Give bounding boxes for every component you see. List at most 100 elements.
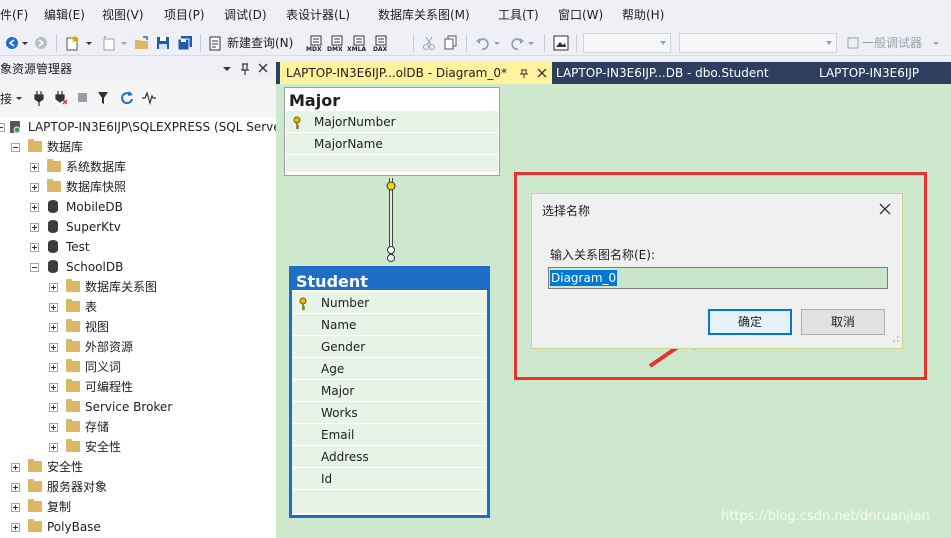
student-table[interactable]: Student Number Name Gender Age Major Wor… <box>289 266 490 518</box>
tree-node-server[interactable]: LAPTOP-IN3E6IJP\SQLEXPRESS (SQL Serve <box>0 117 276 137</box>
undo-icon[interactable] <box>474 33 492 53</box>
debugger-dropdown-icon[interactable] <box>932 33 940 53</box>
expand-icon[interactable] <box>49 363 58 372</box>
tab-diagram[interactable]: LAPTOP-IN3E6IJP...olDB - Diagram_0* <box>280 62 552 84</box>
tree-node-test[interactable]: Test <box>0 237 276 257</box>
table-column-row[interactable]: MajorNumber <box>286 111 498 133</box>
tree-node-storage[interactable]: 存储 <box>0 417 276 437</box>
save-icon[interactable] <box>155 33 171 53</box>
refresh-icon[interactable] <box>119 89 135 108</box>
table-column-row[interactable]: MajorName <box>286 133 498 155</box>
table-column-row[interactable]: Address <box>292 446 487 468</box>
tree-node-external-resources[interactable]: 外部资源 <box>0 337 276 357</box>
expand-icon[interactable] <box>49 343 58 352</box>
table-empty-row[interactable] <box>286 155 498 173</box>
expand-icon[interactable] <box>30 223 39 232</box>
tree-node-tables[interactable]: 表 <box>0 297 276 317</box>
activity-monitor-icon[interactable] <box>141 90 157 109</box>
tree-node-superktv[interactable]: SuperKtv <box>0 217 276 237</box>
tree-node-db-security[interactable]: 安全性 <box>0 437 276 457</box>
disconnect-icon[interactable] <box>54 90 68 109</box>
collapse-icon[interactable] <box>11 143 20 152</box>
cut-icon[interactable] <box>421 33 437 53</box>
expand-icon[interactable] <box>49 283 58 292</box>
tree-node-databases[interactable]: 数据库 <box>0 137 276 157</box>
tree-node-system-databases[interactable]: 系统数据库 <box>0 157 276 177</box>
menu-debug[interactable]: 调试(D) <box>224 0 278 30</box>
redo-icon[interactable] <box>508 33 526 53</box>
menu-project[interactable]: 项目(P) <box>164 0 218 30</box>
expand-icon[interactable] <box>49 323 58 332</box>
expand-icon[interactable] <box>30 203 39 212</box>
tree-node-schooldb[interactable]: SchoolDB <box>0 257 276 277</box>
menu-database-diagram[interactable]: 数据库关系图(M) <box>378 0 488 30</box>
menu-window[interactable]: 窗口(W) <box>558 0 616 30</box>
menu-view[interactable]: 视图(V) <box>102 0 158 30</box>
tab-other[interactable]: LAPTOP-IN3E6IJP <box>814 62 951 84</box>
table-column-row[interactable]: Age <box>292 358 487 380</box>
table-column-row[interactable]: Name <box>292 314 487 336</box>
new-query-icon[interactable] <box>207 33 223 53</box>
expand-icon[interactable] <box>11 523 20 532</box>
menu-file[interactable]: 件(F) <box>0 0 38 30</box>
tree-node-security[interactable]: 安全性 <box>0 457 276 477</box>
resize-grip-icon[interactable] <box>892 332 900 346</box>
table-column-row[interactable]: Number <box>292 292 487 314</box>
general-debugger-label[interactable]: 一般调试器 <box>862 33 922 53</box>
open-icon[interactable] <box>133 33 151 53</box>
new-project-icon[interactable] <box>64 33 82 53</box>
major-table[interactable]: Major MajorNumber MajorName <box>284 87 500 176</box>
table-column-row[interactable]: Gender <box>292 336 487 358</box>
stop-icon[interactable] <box>77 91 89 108</box>
tree-node-service-broker[interactable]: Service Broker <box>0 397 276 417</box>
solution-platform-combo[interactable] <box>679 33 837 53</box>
tree-node-server-objects[interactable]: 服务器对象 <box>0 477 276 497</box>
new-project-dropdown-icon[interactable] <box>85 33 93 53</box>
new-query-button[interactable]: 新建查询(N) <box>227 33 293 53</box>
expand-icon[interactable] <box>30 243 39 252</box>
connect-button[interactable]: 接 <box>0 90 12 107</box>
table-column-row[interactable]: Works <box>292 402 487 424</box>
back-dropdown-icon[interactable] <box>21 33 29 53</box>
expand-icon[interactable] <box>49 403 58 412</box>
connect-plug-icon[interactable] <box>33 90 45 109</box>
tree-node-database-diagrams[interactable]: 数据库关系图 <box>0 277 276 297</box>
table-column-row[interactable]: Id <box>292 468 487 490</box>
tree-node-mobiledb[interactable]: MobileDB <box>0 197 276 217</box>
tree-node-synonyms[interactable]: 同义词 <box>0 357 276 377</box>
expand-icon[interactable] <box>49 443 58 452</box>
ok-button[interactable]: 确定 <box>708 309 792 335</box>
add-item-icon[interactable] <box>100 33 118 53</box>
table-column-row[interactable]: Major <box>292 380 487 402</box>
tree-node-polybase[interactable]: PolyBase <box>0 517 276 537</box>
collapse-icon[interactable] <box>30 263 39 272</box>
copy-icon[interactable] <box>443 33 459 53</box>
tree-node-programmability[interactable]: 可编程性 <box>0 377 276 397</box>
tree-node-views[interactable]: 视图 <box>0 317 276 337</box>
tree-node-database-snapshots[interactable]: 数据库快照 <box>0 177 276 197</box>
solution-config-combo[interactable] <box>583 33 671 53</box>
relationship-connector[interactable] <box>382 172 402 268</box>
connect-dropdown-icon[interactable] <box>15 91 23 110</box>
screenshot-icon[interactable] <box>552 33 570 53</box>
undo-dropdown-icon[interactable] <box>493 33 501 53</box>
table-empty-row[interactable] <box>292 490 487 514</box>
expand-icon[interactable] <box>49 423 58 432</box>
collapse-icon[interactable] <box>0 123 5 132</box>
tree-node-replication[interactable]: 复制 <box>0 497 276 517</box>
cancel-button[interactable]: 取消 <box>801 309 885 335</box>
add-item-dropdown-icon[interactable] <box>120 33 128 53</box>
expand-icon[interactable] <box>11 463 20 472</box>
filter-icon[interactable] <box>97 90 109 109</box>
menu-table-designer[interactable]: 表设计器(L) <box>286 0 368 30</box>
save-all-icon[interactable] <box>176 33 194 53</box>
diagram-name-input[interactable]: Diagram_0 <box>548 267 888 289</box>
menu-edit[interactable]: 编辑(E) <box>44 0 96 30</box>
redo-dropdown-icon[interactable] <box>527 33 535 53</box>
back-icon[interactable] <box>4 33 20 53</box>
expand-icon[interactable] <box>30 183 39 192</box>
forward-icon[interactable] <box>33 33 49 53</box>
close-icon[interactable] <box>878 202 892 216</box>
table-column-row[interactable]: Email <box>292 424 487 446</box>
expand-icon[interactable] <box>11 503 20 512</box>
